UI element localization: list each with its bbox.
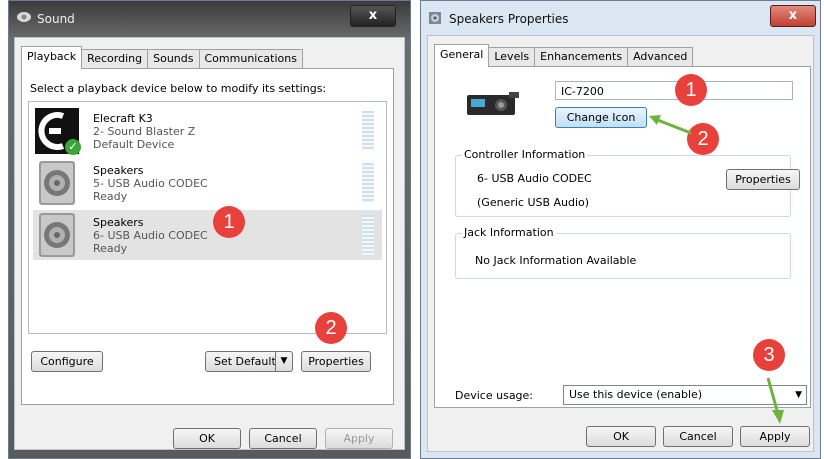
- device-line1: 5- USB Audio CODEC: [93, 177, 208, 190]
- device-usage-value: Use this device (enable): [569, 388, 703, 401]
- sound-close-button[interactable]: x: [350, 5, 396, 27]
- pointer-arrow-2: [649, 115, 692, 135]
- device-list: ✓ Elecraft K3 2- Sound Blaster Z Default…: [28, 101, 387, 334]
- callout-badge: 1: [675, 74, 707, 106]
- speakers-window-icon: [428, 11, 442, 25]
- controller-name: 6- USB Audio CODEC: [477, 172, 592, 185]
- sound-window: Sound x Playback Recording Sounds Commun…: [8, 0, 411, 459]
- speakers-window-title: Speakers Properties: [449, 12, 569, 26]
- tab-advanced[interactable]: Advanced: [627, 47, 694, 66]
- device-name: Speakers: [93, 164, 144, 177]
- jack-info-text: No Jack Information Available: [475, 254, 637, 267]
- device-line2: Ready: [93, 190, 128, 203]
- device-usage-label: Device usage:: [455, 389, 534, 402]
- speakers-tabs: General Levels Enhancements Advanced: [434, 44, 694, 67]
- controller-group-label: Controller Information: [462, 148, 588, 161]
- ok-button[interactable]: OK: [586, 426, 656, 447]
- radio-device-icon: [465, 89, 521, 119]
- playback-instruction: Select a playback device below to modify…: [30, 82, 327, 95]
- callout-badge: 2: [315, 312, 347, 344]
- sound-window-icon: [16, 10, 32, 24]
- apply-button[interactable]: Apply: [740, 426, 810, 447]
- set-default-button[interactable]: Set Default ▼: [205, 351, 293, 372]
- device-row-speakers-6[interactable]: Speakers 6- USB Audio CODEC Ready 1: [33, 206, 382, 260]
- tab-playback[interactable]: Playback: [21, 46, 83, 69]
- speakers-close-button[interactable]: x: [770, 5, 816, 27]
- jack-group-label: Jack Information: [462, 226, 556, 239]
- dropdown-arrow-icon[interactable]: ▼: [795, 386, 802, 404]
- callout-badge: 1: [213, 206, 245, 238]
- device-name: Speakers: [93, 216, 144, 229]
- speaker-icon: [35, 212, 79, 258]
- configure-button[interactable]: Configure: [31, 351, 103, 372]
- speakers-titlebar[interactable]: Speakers Properties x: [421, 1, 820, 35]
- tab-sounds[interactable]: Sounds: [147, 49, 200, 68]
- level-meter: [362, 111, 374, 151]
- device-row-speakers-5[interactable]: Speakers 5- USB Audio CODEC Ready: [33, 158, 382, 208]
- dropdown-arrow-icon[interactable]: ▼: [275, 352, 292, 371]
- sound-titlebar[interactable]: Sound x: [9, 1, 410, 35]
- controller-driver: (Generic USB Audio): [477, 196, 590, 209]
- cancel-button[interactable]: Cancel: [249, 428, 317, 449]
- device-line2: Default Device: [93, 138, 175, 151]
- device-line2: Ready: [93, 242, 128, 255]
- speaker-icon: [35, 160, 79, 206]
- device-name: Elecraft K3: [93, 112, 153, 125]
- device-name-input[interactable]: IC-7200: [555, 81, 793, 100]
- controller-properties-button[interactable]: Properties: [726, 169, 800, 190]
- default-check-icon: ✓: [65, 139, 81, 155]
- device-line1: 6- USB Audio CODEC: [93, 229, 208, 242]
- level-meter: [362, 163, 374, 203]
- device-row-elecraft[interactable]: ✓ Elecraft K3 2- Sound Blaster Z Default…: [33, 106, 382, 156]
- general-panel: IC-7200 Change Icon 1 2 Controller Infor…: [434, 66, 811, 408]
- device-line1: 2- Sound Blaster Z: [93, 125, 196, 138]
- sound-body: Playback Recording Sounds Communications…: [14, 37, 405, 450]
- speakers-body: General Levels Enhancements Advanced IC-…: [427, 35, 814, 452]
- tab-general[interactable]: General: [434, 44, 490, 67]
- level-meter: [362, 215, 374, 255]
- sound-window-title: Sound: [37, 12, 75, 26]
- change-icon-button[interactable]: Change Icon: [555, 107, 647, 128]
- ok-button[interactable]: OK: [173, 428, 241, 449]
- tab-recording[interactable]: Recording: [81, 49, 149, 68]
- set-default-label: Set Default: [214, 355, 276, 368]
- jack-information-group: Jack Information No Jack Information Ava…: [455, 226, 791, 279]
- callout-badge: 3: [753, 339, 785, 371]
- controller-information-group: Controller Information 6- USB Audio CODE…: [455, 148, 800, 217]
- properties-button[interactable]: Properties: [301, 351, 371, 372]
- pointer-arrow-3: [766, 377, 784, 424]
- tab-communications[interactable]: Communications: [198, 49, 303, 68]
- tab-levels[interactable]: Levels: [488, 47, 536, 66]
- apply-button[interactable]: Apply: [325, 428, 393, 449]
- tab-enhancements[interactable]: Enhancements: [534, 47, 629, 66]
- playback-panel: Select a playback device below to modify…: [21, 68, 394, 405]
- sound-tabs: Playback Recording Sounds Communications: [21, 46, 303, 69]
- cancel-button[interactable]: Cancel: [663, 426, 733, 447]
- speakers-properties-window: Speakers Properties x General Levels Enh…: [420, 0, 821, 459]
